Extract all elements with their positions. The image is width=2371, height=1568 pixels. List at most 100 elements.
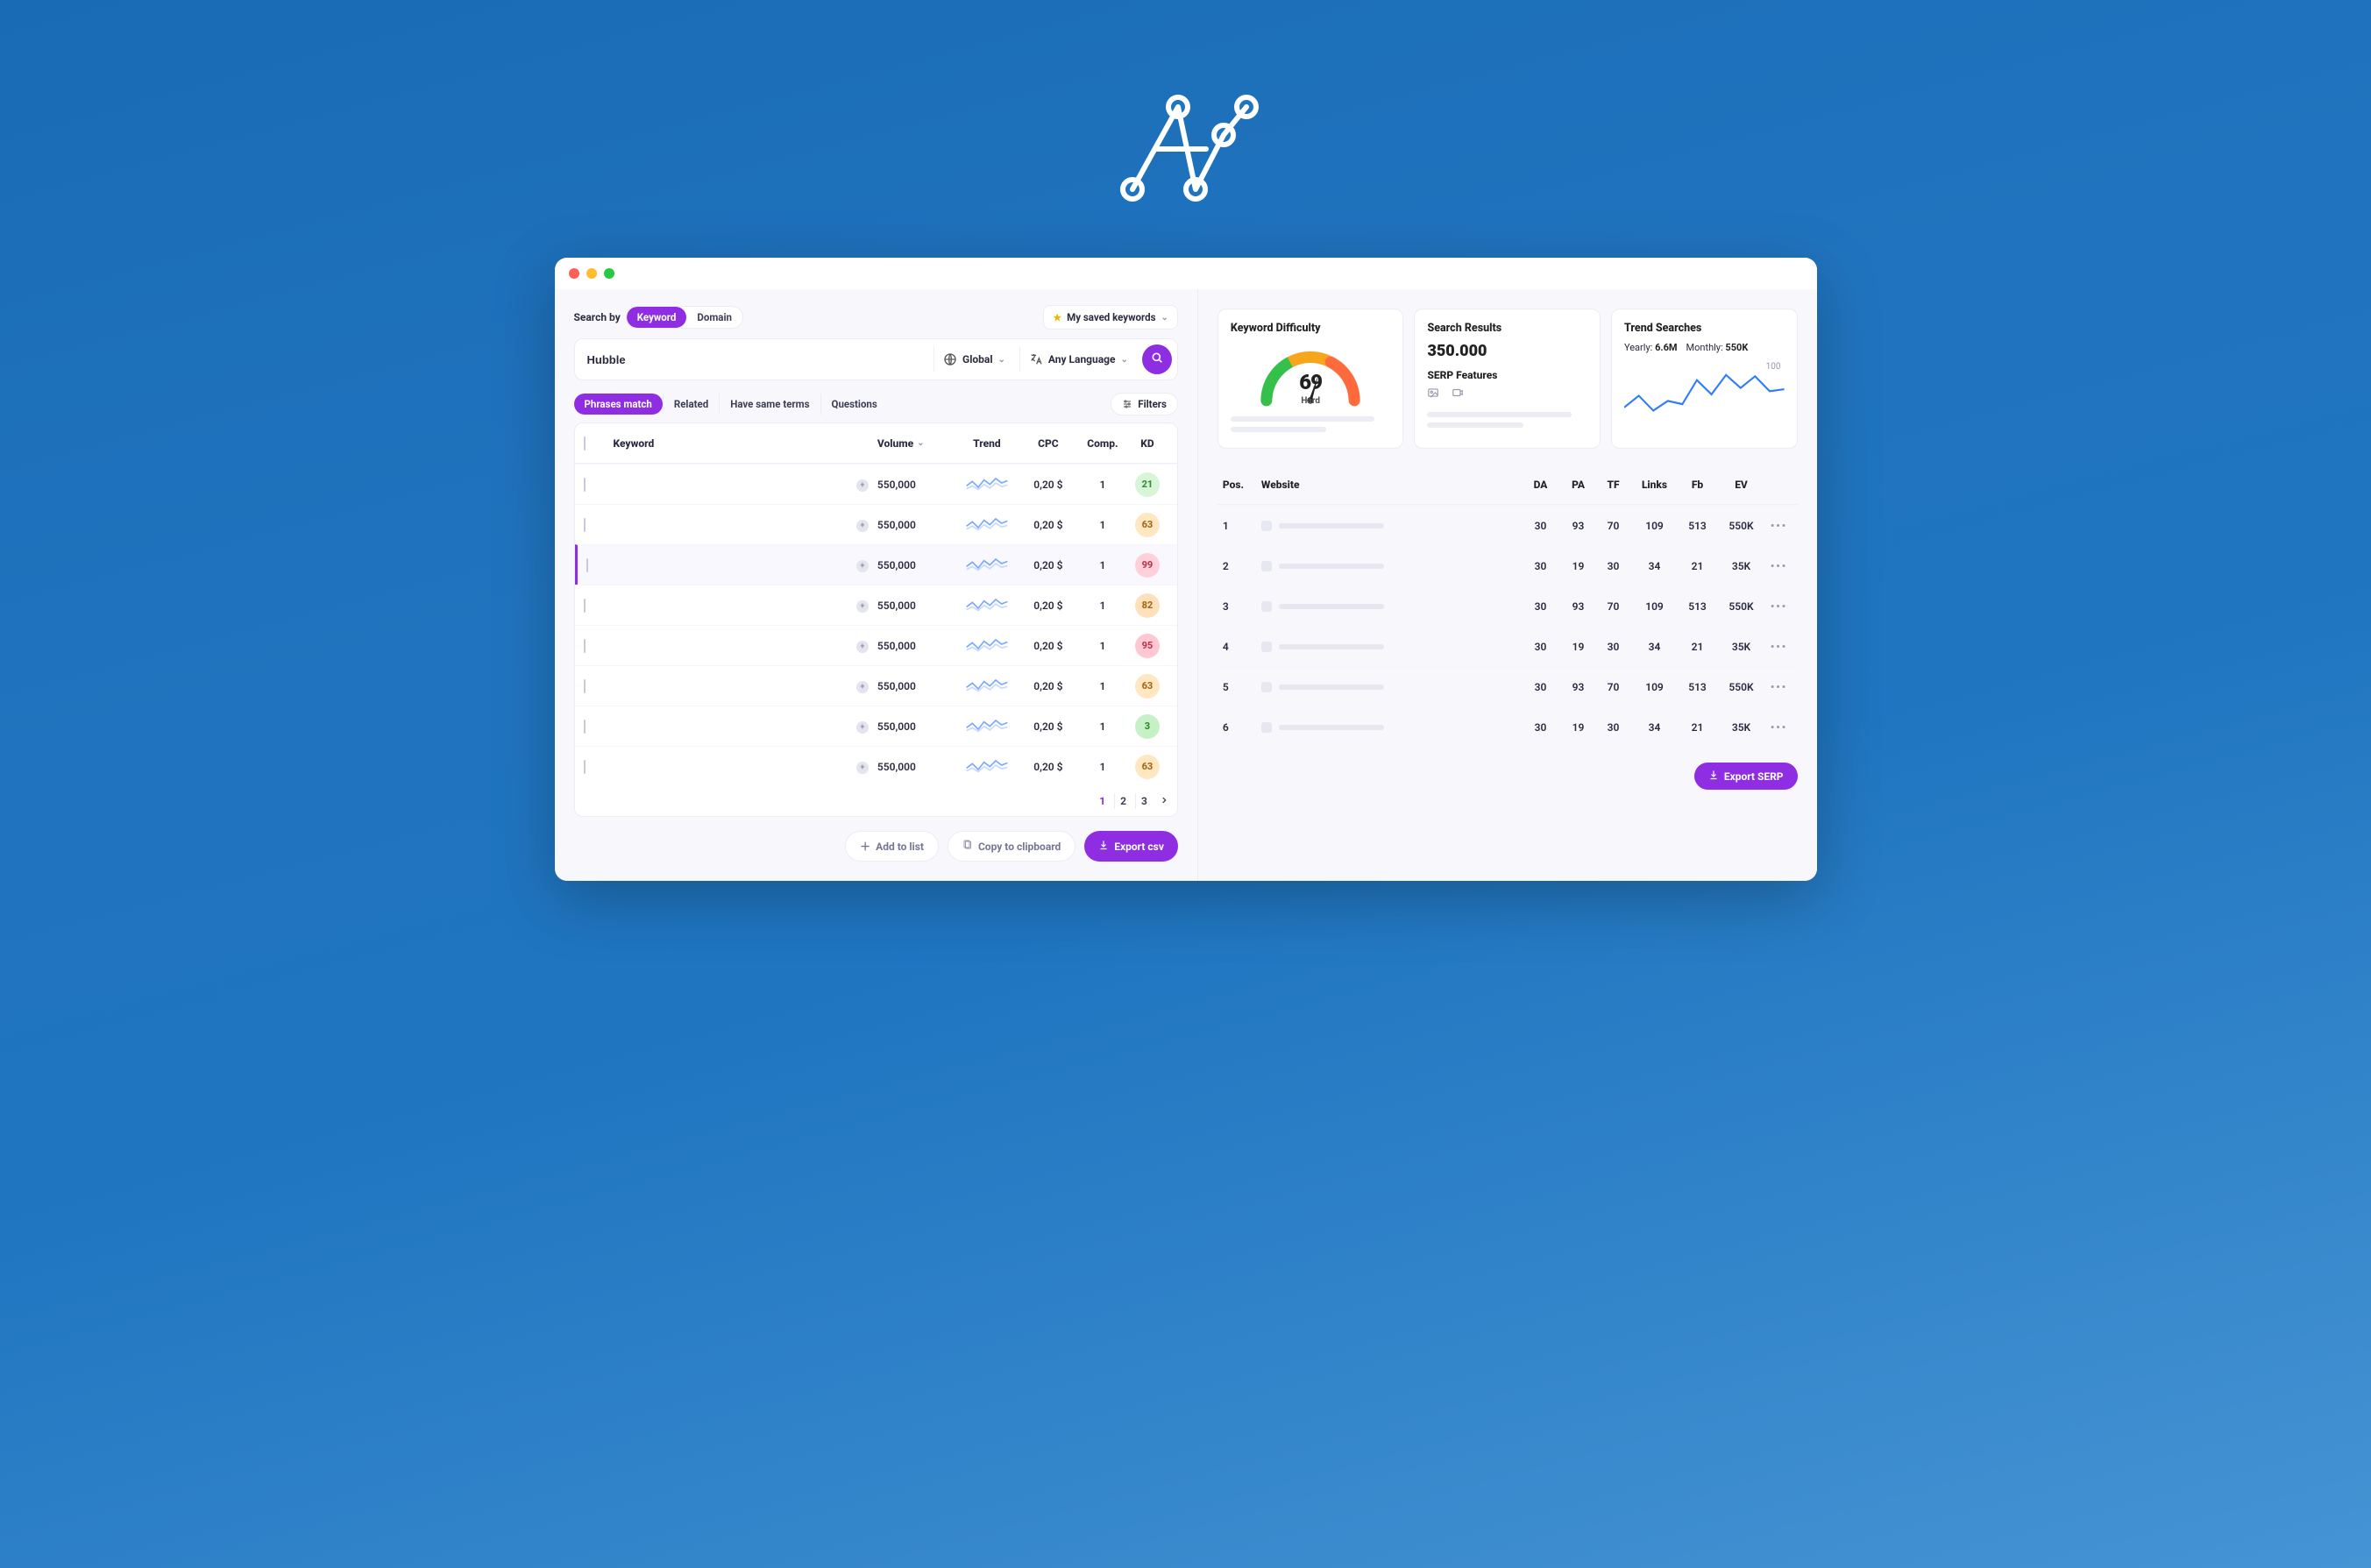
- language-select[interactable]: Any Language ⌄: [1019, 347, 1137, 372]
- col-ev[interactable]: EV: [1717, 479, 1766, 491]
- trend-chart: 100: [1624, 362, 1785, 427]
- page-1[interactable]: 1: [1094, 793, 1111, 809]
- col-pos[interactable]: Pos.: [1223, 479, 1261, 491]
- table-row[interactable]: 5309370109513550K•••: [1217, 666, 1798, 706]
- col-pa[interactable]: PA: [1561, 479, 1596, 491]
- cell-website: [1261, 561, 1521, 571]
- info-icon[interactable]: +: [856, 762, 869, 774]
- window-maximize-icon[interactable]: [604, 268, 614, 279]
- image-icon: [1427, 387, 1439, 401]
- col-volume[interactable]: Volume⌄: [877, 437, 956, 450]
- cell-cpc: 0,20 $: [1018, 720, 1079, 733]
- translate-icon: [1029, 352, 1043, 366]
- row-checkbox[interactable]: [586, 558, 588, 572]
- row-checkbox[interactable]: [584, 518, 586, 532]
- cell-links: 109: [1631, 600, 1679, 613]
- col-links[interactable]: Links: [1631, 479, 1679, 491]
- row-checkbox[interactable]: [584, 639, 586, 653]
- row-checkbox[interactable]: [584, 679, 586, 693]
- col-trend[interactable]: Trend: [956, 437, 1018, 450]
- row-checkbox[interactable]: [584, 478, 586, 492]
- cell-volume: 550,000: [877, 761, 956, 773]
- col-comp[interactable]: Comp.: [1079, 437, 1126, 450]
- row-more-button[interactable]: •••: [1766, 520, 1792, 532]
- row-more-button[interactable]: •••: [1766, 600, 1792, 613]
- row-checkbox[interactable]: [584, 760, 586, 774]
- info-icon[interactable]: +: [856, 520, 869, 532]
- tab-related[interactable]: Related: [663, 394, 719, 415]
- select-all-checkbox[interactable]: [584, 436, 586, 451]
- card-title: Trend Searches: [1624, 322, 1785, 335]
- row-more-button[interactable]: •••: [1766, 681, 1792, 693]
- table-row[interactable]: +550,0000,20 $182: [575, 585, 1177, 625]
- info-icon[interactable]: +: [856, 681, 869, 693]
- col-cpc[interactable]: CPC: [1018, 437, 1079, 450]
- website-placeholder: [1279, 523, 1384, 529]
- table-row[interactable]: 4301930342135K•••: [1217, 626, 1798, 666]
- page-3[interactable]: 3: [1135, 793, 1153, 809]
- sliders-icon: [1122, 399, 1132, 409]
- info-icon[interactable]: +: [856, 600, 869, 613]
- col-da[interactable]: DA: [1521, 479, 1561, 491]
- tab-phrases-match[interactable]: Phrases match: [574, 394, 663, 415]
- search-by-keyword[interactable]: Keyword: [627, 307, 687, 328]
- tab-questions[interactable]: Questions: [820, 394, 888, 415]
- col-tf[interactable]: TF: [1596, 479, 1631, 491]
- region-select[interactable]: Global ⌄: [933, 347, 1014, 372]
- cell-ev: 35K: [1717, 560, 1766, 572]
- app-window: Search by Keyword Domain ★ My saved keyw…: [555, 258, 1817, 881]
- saved-keywords-button[interactable]: ★ My saved keywords ⌄: [1043, 305, 1178, 330]
- table-row[interactable]: +550,0000,20 $199: [575, 544, 1177, 585]
- table-row[interactable]: +550,0000,20 $163: [575, 746, 1177, 786]
- search-by-domain[interactable]: Domain: [686, 307, 742, 328]
- row-more-button[interactable]: •••: [1766, 641, 1792, 653]
- cell-trend: [956, 716, 1018, 736]
- table-row[interactable]: 3309370109513550K•••: [1217, 585, 1798, 626]
- window-minimize-icon[interactable]: [586, 268, 597, 279]
- col-website[interactable]: Website: [1261, 479, 1521, 491]
- page-next[interactable]: [1156, 795, 1168, 807]
- cell-trend: [956, 514, 1018, 535]
- export-serp-button[interactable]: Export SERP: [1694, 763, 1798, 790]
- table-row[interactable]: +550,0000,20 $163: [575, 504, 1177, 544]
- page-2[interactable]: 2: [1114, 793, 1132, 809]
- row-checkbox[interactable]: [584, 720, 586, 734]
- table-row[interactable]: +550,0000,20 $121: [575, 464, 1177, 504]
- filters-button[interactable]: Filters: [1111, 393, 1178, 415]
- copy-to-clipboard-button[interactable]: Copy to clipboard: [948, 831, 1075, 862]
- info-icon[interactable]: +: [856, 721, 869, 734]
- col-keyword[interactable]: Keyword: [614, 437, 856, 450]
- tab-have-same-terms[interactable]: Have same terms: [719, 394, 820, 415]
- serp-table: Pos. Website DA PA TF Links Fb EV 130937…: [1217, 465, 1798, 747]
- kd-badge: 63: [1135, 755, 1160, 779]
- keyword-input[interactable]: [580, 348, 929, 372]
- cell-comp: 1: [1079, 559, 1126, 571]
- col-fb[interactable]: Fb: [1679, 479, 1717, 491]
- info-icon[interactable]: +: [856, 479, 869, 492]
- add-to-list-button[interactable]: ＋ Add to list: [845, 831, 939, 862]
- cell-trend: [956, 676, 1018, 696]
- export-csv-button[interactable]: Export csv: [1084, 831, 1178, 862]
- cell-tf: 30: [1596, 721, 1631, 734]
- filters-label: Filters: [1138, 398, 1167, 410]
- table-row[interactable]: +550,0000,20 $13: [575, 706, 1177, 746]
- search-button[interactable]: [1142, 344, 1172, 374]
- row-more-button[interactable]: •••: [1766, 721, 1792, 734]
- row-checkbox[interactable]: [584, 599, 586, 613]
- table-row[interactable]: 6301930342135K•••: [1217, 706, 1798, 747]
- keyword-pane: Search by Keyword Domain ★ My saved keyw…: [555, 289, 1198, 881]
- row-more-button[interactable]: •••: [1766, 560, 1792, 572]
- cell-trend: [956, 474, 1018, 494]
- cell-links: 34: [1631, 560, 1679, 572]
- info-icon[interactable]: +: [856, 641, 869, 653]
- table-row[interactable]: 1309370109513550K•••: [1217, 505, 1798, 545]
- table-row[interactable]: +550,0000,20 $163: [575, 665, 1177, 706]
- window-close-icon[interactable]: [569, 268, 579, 279]
- cell-links: 34: [1631, 641, 1679, 653]
- chevron-down-icon: ⌄: [998, 355, 1005, 365]
- chevron-down-icon: ⌄: [917, 438, 924, 448]
- col-kd[interactable]: KD: [1126, 437, 1168, 450]
- table-row[interactable]: 2301930342135K•••: [1217, 545, 1798, 585]
- table-row[interactable]: +550,0000,20 $195: [575, 625, 1177, 665]
- info-icon[interactable]: +: [856, 560, 869, 572]
